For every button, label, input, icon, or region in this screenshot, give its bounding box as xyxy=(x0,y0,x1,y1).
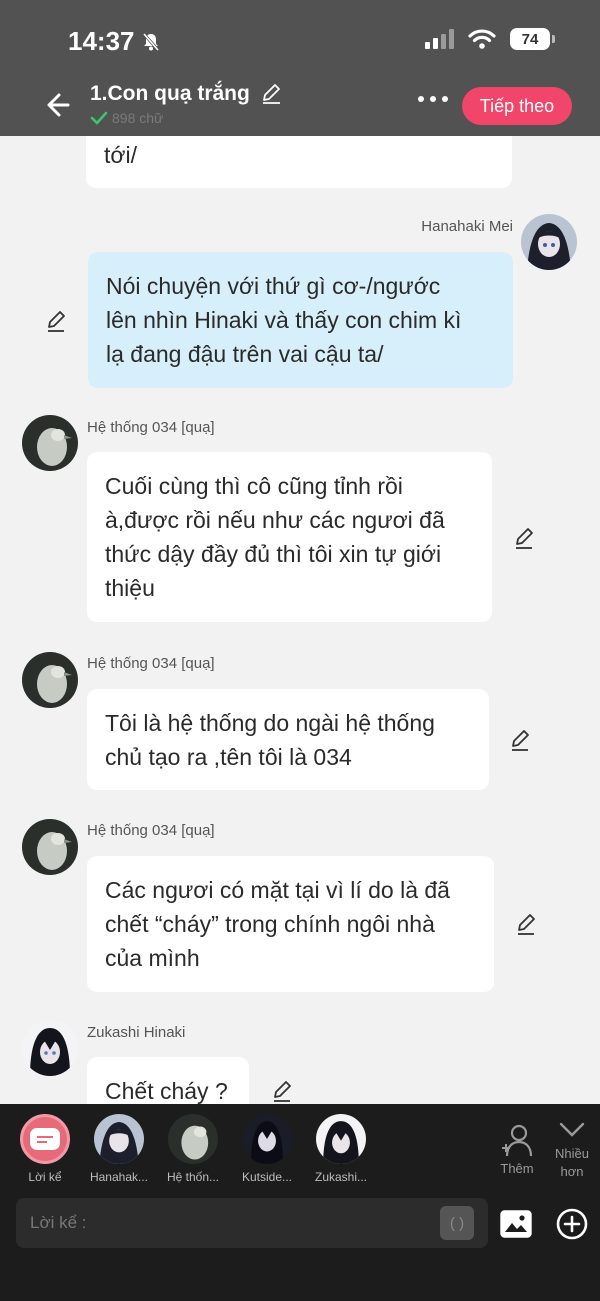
avatar xyxy=(168,1114,218,1164)
avatar xyxy=(242,1114,292,1164)
avatar[interactable] xyxy=(22,1020,78,1076)
avatar xyxy=(316,1114,366,1164)
narrator-icon xyxy=(20,1114,70,1164)
message-bubble[interactable]: tới/ xyxy=(86,136,512,188)
message-bubble[interactable]: Các ngươi có mặt tại vì lí do là đã chết… xyxy=(87,856,494,992)
next-button[interactable]: Tiếp theo xyxy=(462,87,572,125)
character-system-034[interactable]: Hệ thốn... xyxy=(158,1114,228,1184)
pencil-icon[interactable] xyxy=(260,83,282,105)
avatar[interactable] xyxy=(22,652,78,708)
message-input-box[interactable]: ( ) xyxy=(16,1198,488,1248)
avatar xyxy=(94,1114,144,1164)
narration-input[interactable] xyxy=(30,1213,410,1233)
avatar[interactable] xyxy=(22,819,78,875)
chapter-title-block: 1.Con quạ trắng 898 chữ xyxy=(90,82,282,126)
speaker-name: Hệ thống 034 [quạ] xyxy=(87,419,215,436)
more-characters-button[interactable]: Nhiều hơn xyxy=(548,1120,596,1181)
check-icon xyxy=(90,111,108,125)
character-zukashi[interactable]: Zukashi... xyxy=(306,1114,376,1184)
message-bubble[interactable]: Chết cháy ? xyxy=(87,1057,249,1104)
edit-pencil-icon[interactable] xyxy=(44,309,68,333)
bell-muted-icon xyxy=(142,32,159,51)
message-bubble[interactable]: Nói chuyện với thứ gì cơ-/ngước lên nhìn… xyxy=(88,252,513,388)
add-character-button[interactable]: Thêm xyxy=(494,1122,540,1176)
cellular-signal-icon xyxy=(425,29,454,49)
edit-pencil-icon[interactable] xyxy=(508,728,532,752)
edit-pencil-icon[interactable] xyxy=(514,912,538,936)
word-count: 898 chữ xyxy=(90,110,163,126)
page-title: 1.Con quạ trắng xyxy=(90,82,250,105)
character-hanahaki[interactable]: Hanahak... xyxy=(84,1114,154,1184)
message-bubble[interactable]: Cuối cùng thì cô cũng tỉnh rồi à,được rồ… xyxy=(87,452,492,622)
chat-area[interactable]: tới/ Hanahaki Mei Nói chuyện với thứ gì … xyxy=(0,136,600,1104)
avatar[interactable] xyxy=(22,415,78,471)
speaker-name: Hệ thống 034 [quạ] xyxy=(87,655,215,672)
composer-panel: Lời kể Hanahak... Hệ thốn... Kutside... … xyxy=(0,1104,600,1301)
avatar[interactable] xyxy=(521,214,577,270)
message-bubble[interactable]: Tôi là hệ thống do ngài hệ thống chủ tạo… xyxy=(87,689,489,790)
bracket-button[interactable]: ( ) xyxy=(440,1206,474,1240)
speaker-name: Hanahaki Mei xyxy=(421,218,513,235)
character-kutside[interactable]: Kutside... xyxy=(232,1114,302,1184)
clock: 14:37 xyxy=(68,26,135,56)
app-header: 14:37 74 1.Con quạ trắng 898 chữ Tiếp th… xyxy=(0,0,600,136)
chevron-down-icon xyxy=(559,1122,585,1137)
back-arrow-icon[interactable] xyxy=(44,88,74,122)
wifi-icon xyxy=(468,29,496,49)
more-options-icon[interactable] xyxy=(418,96,448,102)
status-indicators: 74 xyxy=(425,28,555,50)
image-icon[interactable] xyxy=(500,1210,532,1238)
add-icon[interactable] xyxy=(556,1208,588,1240)
status-time: 14:37 xyxy=(68,26,161,57)
speaker-name: Hệ thống 034 [quạ] xyxy=(87,822,215,839)
character-narrator[interactable]: Lời kể xyxy=(10,1114,80,1184)
edit-pencil-icon[interactable] xyxy=(270,1079,294,1103)
add-person-icon xyxy=(502,1124,533,1157)
battery-icon: 74 xyxy=(510,28,555,50)
speaker-name: Zukashi Hinaki xyxy=(87,1024,186,1041)
edit-pencil-icon[interactable] xyxy=(512,526,536,550)
